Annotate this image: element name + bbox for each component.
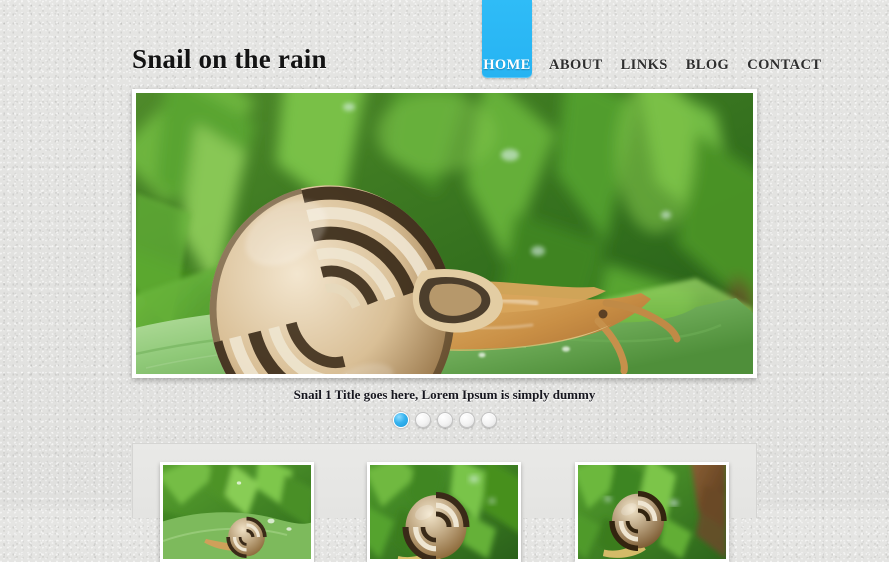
page-title: Snail on the rain [132,44,327,74]
nav-link-links[interactable]: LINKS [612,0,677,74]
thumbnail-panel [132,443,757,562]
thumbnail-image-3 [578,465,727,559]
thumbnail-item-1[interactable] [159,462,314,562]
page-root: Snail on the rain HOME ABOUT LINKS BLOG … [0,0,889,562]
nav-item-contact[interactable]: CONTACT [738,0,830,74]
pager-dot-4[interactable] [458,412,475,428]
nav-link-contact[interactable]: CONTACT [738,0,830,74]
pager-dot-1[interactable] [392,412,409,428]
slide-frame[interactable] [132,89,757,378]
nav-link-about[interactable]: ABOUT [540,0,612,74]
slider-pagination [132,403,757,428]
pager-dot-5[interactable] [480,412,497,428]
nav-item-links[interactable]: LINKS [612,0,677,74]
site-header: Snail on the rain HOME ABOUT LINKS BLOG … [0,0,889,86]
thumbnail-item-3[interactable] [575,462,730,562]
nav-item-home[interactable]: HOME [482,0,532,78]
nav-link-home[interactable]: HOME [482,0,532,74]
nav-list: HOME ABOUT LINKS BLOG CONTACT [482,0,830,86]
thumbnail-item-2[interactable] [367,462,522,562]
main-navigation: HOME ABOUT LINKS BLOG CONTACT [482,0,830,86]
pager-dot-3[interactable] [436,412,453,428]
slide-caption: Snail 1 Title goes here, Lorem Ipsum is … [293,387,596,402]
thumbnail-image-1 [162,465,311,559]
slide-image [136,93,753,374]
thumbnail-image-2 [370,465,519,559]
nav-item-blog[interactable]: BLOG [677,0,739,74]
pager-dot-2[interactable] [414,412,431,428]
nav-link-blog[interactable]: BLOG [677,0,739,74]
image-slider: Snail 1 Title goes here, Lorem Ipsum is … [132,89,757,428]
nav-item-about[interactable]: ABOUT [540,0,612,74]
